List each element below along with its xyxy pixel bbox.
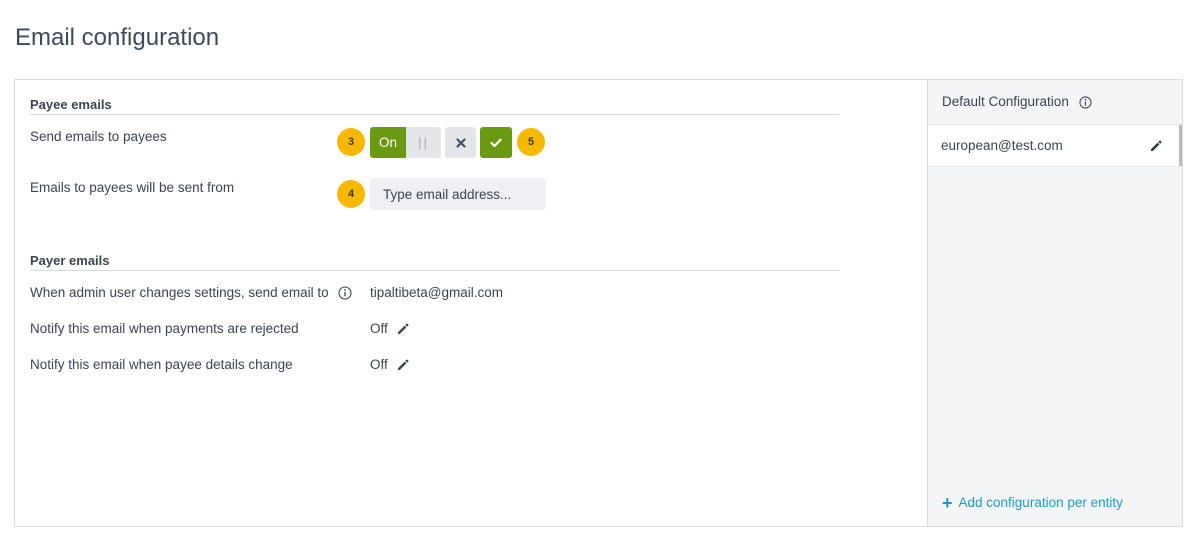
sidebar-item-default-email[interactable]: european@test.com: [928, 124, 1182, 167]
sidebar-item-label: european@test.com: [941, 138, 1063, 153]
cancel-button[interactable]: [445, 127, 476, 158]
admin-changes-row: When admin user changes settings, send e…: [30, 285, 352, 300]
configuration-sidebar: Default Configuration european@test.com …: [927, 80, 1182, 526]
rejected-payments-value: Off: [370, 321, 388, 336]
admin-changes-label: When admin user changes settings, send e…: [30, 285, 329, 300]
rejected-payments-row-value: Off: [370, 321, 410, 336]
pencil-icon[interactable]: [396, 322, 410, 336]
send-emails-label: Send emails to payees: [30, 129, 167, 144]
info-icon[interactable]: [1079, 96, 1092, 109]
add-configuration-label: Add configuration per entity: [958, 495, 1123, 510]
page-title: Email configuration: [15, 24, 220, 51]
plus-icon: +: [942, 492, 953, 513]
config-panel: Payee emails Send emails to payees 3 On …: [14, 79, 1183, 527]
send-emails-toggle[interactable]: On ||: [370, 127, 441, 158]
selected-indicator: [1179, 125, 1182, 166]
payee-emails-heading: Payee emails: [30, 97, 839, 115]
add-configuration-link[interactable]: + Add configuration per entity: [942, 492, 1123, 513]
sent-from-label: Emails to payees will be sent from: [30, 180, 235, 195]
default-configuration-title: Default Configuration: [942, 94, 1069, 109]
check-icon: [490, 138, 502, 147]
sidebar-header: Default Configuration: [942, 94, 1092, 109]
payer-emails-heading: Payer emails: [30, 253, 839, 271]
rejected-payments-label: Notify this email when payments are reje…: [30, 321, 299, 336]
pencil-icon[interactable]: [1149, 139, 1163, 153]
step-badge-4: 4: [337, 180, 365, 208]
toggle-knob: ||: [406, 127, 441, 158]
sent-from-email-input[interactable]: [370, 178, 546, 210]
payee-details-value: Off: [370, 357, 388, 372]
pencil-icon[interactable]: [396, 358, 410, 372]
main-content: Payee emails Send emails to payees 3 On …: [15, 80, 927, 526]
toggle-on-label: On: [370, 127, 406, 158]
payee-details-label: Notify this email when payee details cha…: [30, 357, 293, 372]
admin-email-value: tipaltibeta@gmail.com: [370, 285, 504, 300]
confirm-button[interactable]: [480, 127, 512, 158]
info-icon[interactable]: [338, 286, 352, 300]
close-icon: [455, 137, 466, 148]
step-badge-5: 5: [517, 128, 545, 156]
payee-details-row-value: Off: [370, 357, 410, 372]
step-badge-3: 3: [337, 128, 365, 156]
